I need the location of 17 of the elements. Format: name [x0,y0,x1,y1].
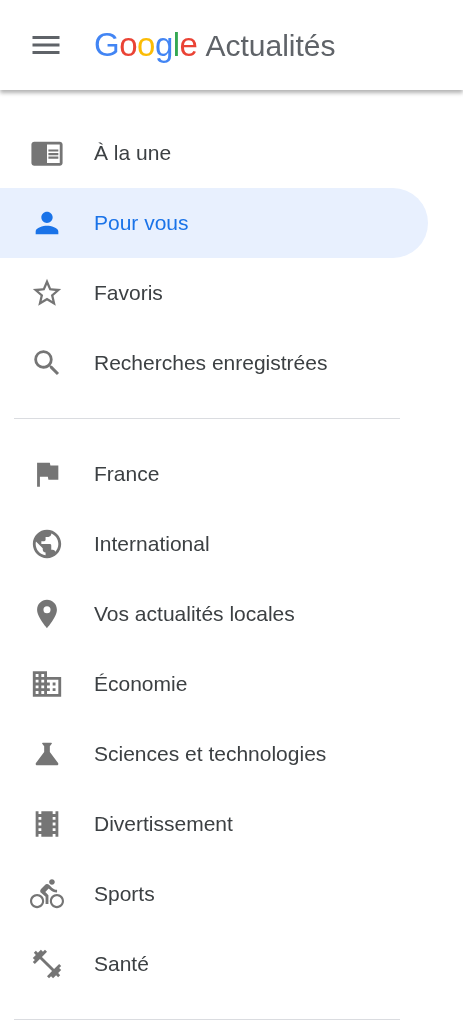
nav-item[interactable]: À la une [0,118,428,188]
nav-item[interactable]: Recherches enregistrées [0,328,428,398]
nav-item[interactable]: Divertissement [0,789,428,859]
nav-item[interactable]: Vos actualités locales [0,579,428,649]
nav-item[interactable]: Sciences et technologies [0,719,428,789]
nav-item[interactable]: Économie [0,649,428,719]
nav-item[interactable]: Favoris [0,258,428,328]
nav-item[interactable]: International [0,509,428,579]
app-title: Actualités [205,28,336,65]
nav-item[interactable]: Pour vous [0,188,428,258]
dumbbell-icon [30,947,64,981]
nav-item[interactable]: Sports [0,859,428,929]
logo: Google [94,25,198,66]
nav-item[interactable]: Santé [0,929,428,999]
globe-icon [30,527,64,561]
bicycle-icon [30,877,64,911]
nav-item[interactable]: France [0,439,428,509]
